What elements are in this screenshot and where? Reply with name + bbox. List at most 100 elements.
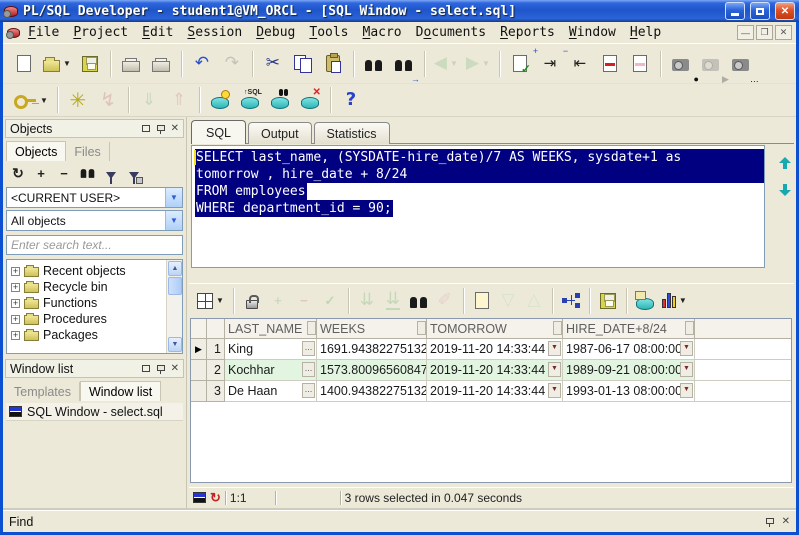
- scroll-up-icon[interactable]: ▲: [168, 261, 182, 276]
- new-document-icon[interactable]: [9, 49, 39, 79]
- menu-help[interactable]: Help: [624, 23, 667, 42]
- query-builder-icon[interactable]: [558, 288, 584, 314]
- mdi-minimize-button[interactable]: —: [737, 25, 754, 40]
- ellipsis-button[interactable]: …: [302, 362, 315, 377]
- export-to-database-icon[interactable]: [632, 288, 658, 314]
- object-search-input[interactable]: [7, 236, 182, 254]
- expand-icon[interactable]: +: [11, 266, 20, 276]
- mdi-close-button[interactable]: ✕: [775, 25, 792, 40]
- find-object-icon[interactable]: [77, 163, 98, 183]
- tree-item-packages[interactable]: + Packages: [11, 327, 182, 343]
- menu-project[interactable]: Project: [67, 23, 134, 42]
- menu-macro[interactable]: Macro: [357, 23, 408, 42]
- table-row[interactable]: 2 Kochhar… 1573.80096560847 2019-11-20 1…: [191, 360, 791, 381]
- close-panel-icon[interactable]: ✕: [782, 516, 790, 527]
- sql-editor[interactable]: SELECT last_name, (SYSDATE-hire_date)/7 …: [191, 145, 765, 268]
- filter-icon[interactable]: [101, 163, 121, 184]
- report-icon[interactable]: ▼: [658, 288, 691, 314]
- float-panel-icon[interactable]: [141, 365, 150, 372]
- cell-tomorrow[interactable]: 2019-11-20 14:33:44 ▼: [427, 339, 563, 360]
- rollback-icon[interactable]: [295, 87, 325, 114]
- record-macro-icon[interactable]: ●: [666, 49, 699, 83]
- tree-scrollbar[interactable]: ▲ ▼: [166, 260, 182, 353]
- tab-statistics[interactable]: Statistics: [313, 122, 390, 144]
- filter-user-icon[interactable]: [124, 163, 144, 184]
- cell-last-name[interactable]: Kochhar…: [225, 360, 317, 381]
- remove-icon[interactable]: −: [54, 163, 74, 183]
- cell-weeks[interactable]: 1573.80096560847: [317, 360, 427, 381]
- paste-icon[interactable]: [318, 49, 348, 79]
- tab-sql[interactable]: SQL: [191, 120, 247, 144]
- tab-objects[interactable]: Objects: [6, 141, 67, 161]
- scroll-down-icon[interactable]: ▼: [168, 337, 182, 352]
- date-dropdown-icon[interactable]: ▼: [680, 341, 693, 356]
- tab-output[interactable]: Output: [248, 122, 312, 144]
- find-database-objects-icon[interactable]: [265, 87, 295, 114]
- tree-item-functions[interactable]: + Functions: [11, 295, 182, 311]
- menu-session[interactable]: Session: [181, 23, 248, 42]
- cell-weeks[interactable]: 1691.94382275132: [317, 339, 427, 360]
- find-next-icon[interactable]: →: [389, 49, 420, 83]
- menu-file[interactable]: File: [22, 23, 65, 42]
- float-panel-icon[interactable]: [141, 125, 150, 132]
- tab-window-list[interactable]: Window list: [79, 381, 162, 401]
- menu-window[interactable]: Window: [563, 23, 622, 42]
- log-on-icon[interactable]: ▼: [9, 87, 52, 114]
- print-icon[interactable]: [116, 49, 146, 79]
- cell-last-name[interactable]: De Haan…: [225, 381, 317, 402]
- page-setup-icon[interactable]: [146, 49, 176, 79]
- refresh-icon[interactable]: ↻: [8, 163, 28, 183]
- undo-icon[interactable]: ↶: [187, 49, 217, 79]
- lock-record-icon[interactable]: [239, 288, 265, 314]
- save-results-icon[interactable]: [595, 288, 621, 314]
- cell-hire-date[interactable]: 1989-09-21 08:00:00 ▼: [563, 360, 695, 381]
- date-dropdown-icon[interactable]: ▼: [548, 341, 561, 356]
- window-list-item[interactable]: SQL Window - select.sql: [6, 403, 183, 421]
- cell-hire-date[interactable]: 1987-06-17 08:00:00 ▼: [563, 339, 695, 360]
- export-results-icon[interactable]: [469, 288, 495, 314]
- save-file-icon[interactable]: [75, 49, 105, 79]
- column-header-last-name[interactable]: LAST_NAME: [225, 319, 317, 339]
- object-filter-dropdown-icon[interactable]: ▼: [165, 211, 182, 230]
- previous-marker-icon[interactable]: [625, 49, 655, 79]
- date-dropdown-icon[interactable]: ▼: [680, 383, 693, 398]
- table-row[interactable]: 3 De Haan… 1400.94382275132 2019-11-20 1…: [191, 381, 791, 402]
- header-button[interactable]: [553, 321, 562, 335]
- expand-icon[interactable]: +: [11, 314, 20, 324]
- close-button[interactable]: ✕: [775, 2, 795, 20]
- cell-tomorrow[interactable]: 2019-11-20 14:33:44 ▼: [427, 381, 563, 402]
- menu-debug[interactable]: Debug: [250, 23, 301, 42]
- next-marker-icon[interactable]: [595, 49, 625, 79]
- cell-weeks[interactable]: 1400.94382275132: [317, 381, 427, 402]
- cell-last-name[interactable]: King…: [225, 339, 317, 360]
- schema-combo-dropdown-icon[interactable]: ▼: [165, 188, 182, 207]
- scrollbar-thumb[interactable]: [168, 277, 182, 295]
- column-header-tomorrow[interactable]: TOMORROW: [427, 319, 563, 339]
- cell-tomorrow[interactable]: 2019-11-20 14:33:44 ▼: [427, 360, 563, 381]
- table-row[interactable]: ▶ 1 King… 1691.94382275132 2019-11-20 14…: [191, 339, 791, 360]
- tab-templates[interactable]: Templates: [6, 382, 80, 401]
- help-icon[interactable]: ?: [336, 87, 366, 114]
- date-dropdown-icon[interactable]: ▼: [548, 383, 561, 398]
- column-header-hire-date[interactable]: HIRE_DATE+8/24: [563, 319, 695, 339]
- ellipsis-button[interactable]: …: [302, 341, 315, 356]
- tree-item-recycle-bin[interactable]: + Recycle bin: [11, 279, 182, 295]
- grid-options-icon[interactable]: ▼: [193, 288, 228, 314]
- tree-item-recent-objects[interactable]: + Recent objects: [11, 263, 182, 279]
- unindent-icon[interactable]: ⇤ −: [563, 46, 595, 79]
- add-icon[interactable]: +: [31, 163, 51, 183]
- schema-combo[interactable]: <CURRENT USER> ▼: [6, 187, 183, 208]
- expand-icon[interactable]: +: [11, 282, 20, 292]
- restore-button[interactable]: [750, 2, 770, 20]
- macro-library-icon[interactable]: …: [726, 49, 759, 83]
- pin-panel-icon[interactable]: [156, 124, 165, 134]
- minimize-button[interactable]: [725, 2, 745, 20]
- header-button[interactable]: [307, 321, 316, 335]
- commit-icon[interactable]: [205, 87, 235, 114]
- column-header-weeks[interactable]: WEEKS: [317, 319, 427, 339]
- result-grid[interactable]: LAST_NAME WEEKS TOMORROW HIRE_DATE+8/24 …: [190, 318, 792, 483]
- cut-icon[interactable]: ✂: [258, 49, 288, 79]
- mdi-restore-button[interactable]: ❐: [756, 25, 773, 40]
- open-file-icon[interactable]: ▼: [39, 49, 75, 79]
- copy-icon[interactable]: [288, 49, 318, 79]
